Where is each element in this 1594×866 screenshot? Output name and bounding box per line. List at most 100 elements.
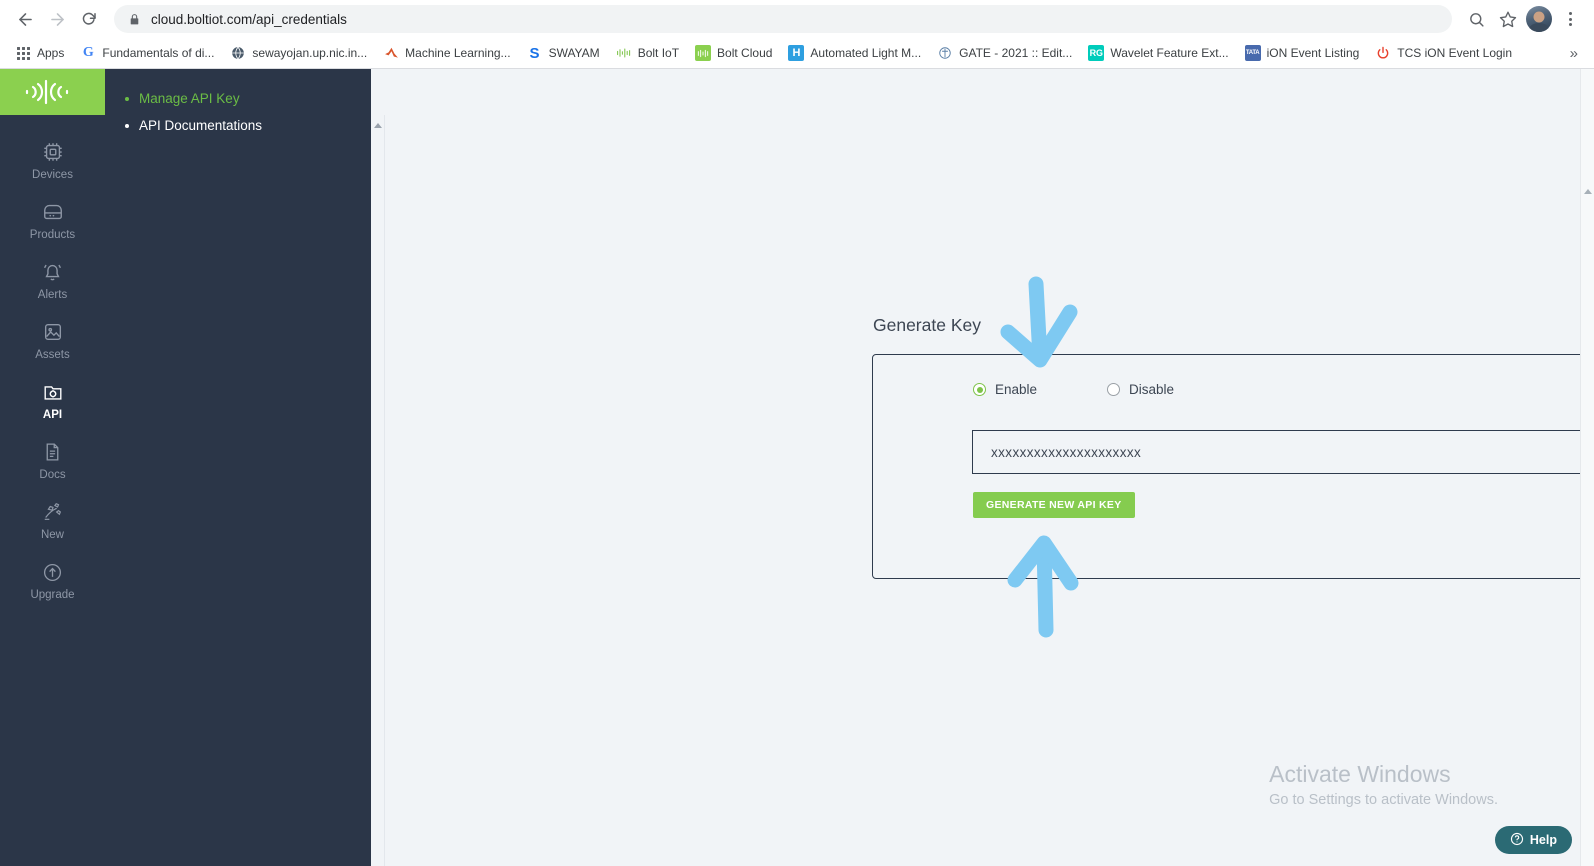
- bolt-logo[interactable]: [0, 69, 105, 115]
- tata-icon: TATA: [1244, 45, 1261, 61]
- bolt-wave-icon: [616, 45, 632, 61]
- sidebar-item-alerts[interactable]: Alerts: [0, 249, 105, 309]
- primary-sidebar: Devices Products Alerts Assets API Docs …: [0, 69, 105, 866]
- radio-enable[interactable]: Enable: [973, 382, 1107, 397]
- browser-actions: [1462, 5, 1584, 33]
- bookmarks-bar: Apps G Fundamentals of di... sewayojan.u…: [0, 38, 1594, 69]
- bookmark-item[interactable]: H Automated Light M...: [781, 42, 928, 64]
- bookmark-apps[interactable]: Apps: [8, 42, 71, 64]
- bookmark-item[interactable]: sewayojan.up.nic.in...: [223, 42, 374, 64]
- star-icon[interactable]: [1494, 5, 1522, 33]
- upgrade-arrow-icon: [42, 559, 63, 585]
- hackster-icon: H: [788, 45, 805, 61]
- content-scrollbar[interactable]: [371, 115, 385, 866]
- back-button[interactable]: [10, 4, 40, 34]
- page-section-title: Generate Key: [873, 315, 981, 335]
- bookmark-item[interactable]: GATE - 2021 :: Edit...: [930, 42, 1079, 64]
- subnav-item-label: API Documentations: [139, 118, 263, 133]
- sidebar-item-assets[interactable]: Assets: [0, 309, 105, 369]
- bookmark-label: Fundamentals of di...: [102, 46, 215, 60]
- bookmark-item[interactable]: Bolt IoT: [609, 42, 686, 64]
- gate-icon: [937, 45, 953, 61]
- new-sparkle-icon: [41, 499, 65, 525]
- subnav-list: Manage API Key API Documentations: [105, 85, 371, 139]
- forward-button[interactable]: [42, 4, 72, 34]
- secondary-sidebar: Manage API Key API Documentations: [105, 69, 371, 866]
- content-area: Generate Key Enable Disable xxxxxxxxxxxx…: [385, 115, 1594, 866]
- page-scroll-up-arrow-icon[interactable]: [1584, 189, 1592, 194]
- bookmark-label: Bolt Cloud: [717, 46, 773, 60]
- bookmark-item[interactable]: Machine Learning...: [376, 42, 517, 64]
- main-content: Generate Key Enable Disable xxxxxxxxxxxx…: [371, 69, 1594, 866]
- sidebar-item-label: Devices: [32, 169, 73, 181]
- scroll-up-arrow-icon[interactable]: [374, 123, 382, 128]
- sidebar-item-label: New: [40, 529, 64, 541]
- document-icon: [42, 439, 63, 465]
- bookmark-item[interactable]: RG Wavelet Feature Ext...: [1081, 42, 1235, 64]
- profile-avatar[interactable]: [1526, 6, 1552, 32]
- watermark-subtitle: Go to Settings to activate Windows.: [1269, 792, 1498, 808]
- subnav-item-api-documentations[interactable]: API Documentations: [105, 112, 371, 139]
- radio-disable[interactable]: Disable: [1107, 382, 1174, 397]
- sidebar-item-products[interactable]: Products: [0, 189, 105, 249]
- subnav-item-manage-api-key[interactable]: Manage API Key: [105, 85, 371, 112]
- api-gear-folder-icon: [42, 379, 64, 405]
- products-icon: [41, 199, 65, 225]
- sidebar-item-label: Upgrade: [30, 589, 75, 601]
- bookmarks-overflow-button[interactable]: »: [1562, 45, 1586, 62]
- application-window: Devices Products Alerts Assets API Docs …: [0, 69, 1594, 866]
- subnav-item-label: Manage API Key: [139, 91, 240, 106]
- sidebar-item-label: Products: [29, 229, 76, 241]
- api-key-row: xxxxxxxxxxxxxxxxxxxxx: [972, 430, 1594, 474]
- radio-disable-label: Disable: [1129, 382, 1175, 397]
- sidebar-item-label: Docs: [39, 469, 66, 481]
- bookmark-item[interactable]: TATA iON Event Listing: [1238, 42, 1367, 64]
- radio-disable-input[interactable]: [1107, 383, 1120, 396]
- api-key-input[interactable]: xxxxxxxxxxxxxxxxxxxxx: [972, 430, 1594, 474]
- sidebar-item-label: Alerts: [37, 289, 68, 301]
- sidebar-item-label: API: [42, 409, 63, 421]
- bookmark-label: Automated Light M...: [810, 46, 922, 60]
- chrome-menu-icon[interactable]: [1556, 5, 1584, 33]
- bookmark-label: GATE - 2021 :: Edit...: [959, 46, 1073, 60]
- google-icon: G: [82, 45, 94, 60]
- bookmark-label: TCS iON Event Login: [1397, 46, 1513, 60]
- sidebar-item-docs[interactable]: Docs: [0, 429, 105, 489]
- question-mark-icon: [1510, 832, 1524, 849]
- lock-icon: [128, 13, 141, 26]
- address-bar[interactable]: cloud.boltiot.com/api_credentials: [114, 5, 1452, 33]
- url-text: cloud.boltiot.com/api_credentials: [151, 11, 347, 27]
- image-icon: [42, 319, 64, 345]
- browser-toolbar: cloud.boltiot.com/api_credentials: [0, 0, 1594, 38]
- radio-enable-label: Enable: [995, 382, 1038, 397]
- help-button[interactable]: Help: [1494, 826, 1572, 854]
- sidebar-item-upgrade[interactable]: Upgrade: [0, 549, 105, 609]
- sidebar-item-api[interactable]: API: [0, 369, 105, 429]
- bolt-cloud-icon: [695, 45, 712, 61]
- sidebar-item-devices[interactable]: Devices: [0, 129, 105, 189]
- bookmark-item[interactable]: G Fundamentals of di...: [73, 42, 221, 64]
- reload-button[interactable]: [74, 4, 104, 34]
- bookmark-item[interactable]: TCS iON Event Login: [1368, 42, 1519, 64]
- bookmark-item[interactable]: S SWAYAM: [520, 42, 607, 64]
- help-button-label: Help: [1529, 833, 1557, 847]
- sidebar-items: Devices Products Alerts Assets API Docs …: [0, 115, 105, 609]
- globe-icon: [230, 45, 246, 61]
- key-state-radio-group: Enable Disable: [973, 382, 1174, 397]
- bookmark-item[interactable]: Bolt Cloud: [688, 42, 779, 64]
- search-icon[interactable]: [1462, 5, 1490, 33]
- bookmark-label: Wavelet Feature Ext...: [1110, 46, 1229, 60]
- bullet-icon: [125, 123, 129, 128]
- kebab-dots: [1568, 12, 1572, 26]
- radio-enable-input[interactable]: [973, 383, 986, 396]
- apps-grid-icon: [15, 45, 31, 61]
- researchgate-icon: RG: [1088, 45, 1105, 61]
- bell-icon: [41, 259, 64, 285]
- page-scrollbar[interactable]: [1580, 69, 1594, 866]
- devices-icon: [42, 139, 64, 165]
- matlab-icon: [383, 45, 399, 61]
- generate-new-api-key-button[interactable]: GENERATE NEW API KEY: [973, 492, 1135, 518]
- sidebar-item-new[interactable]: New: [0, 489, 105, 549]
- watermark-title: Activate Windows: [1269, 761, 1451, 787]
- bookmark-label: iON Event Listing: [1266, 46, 1360, 60]
